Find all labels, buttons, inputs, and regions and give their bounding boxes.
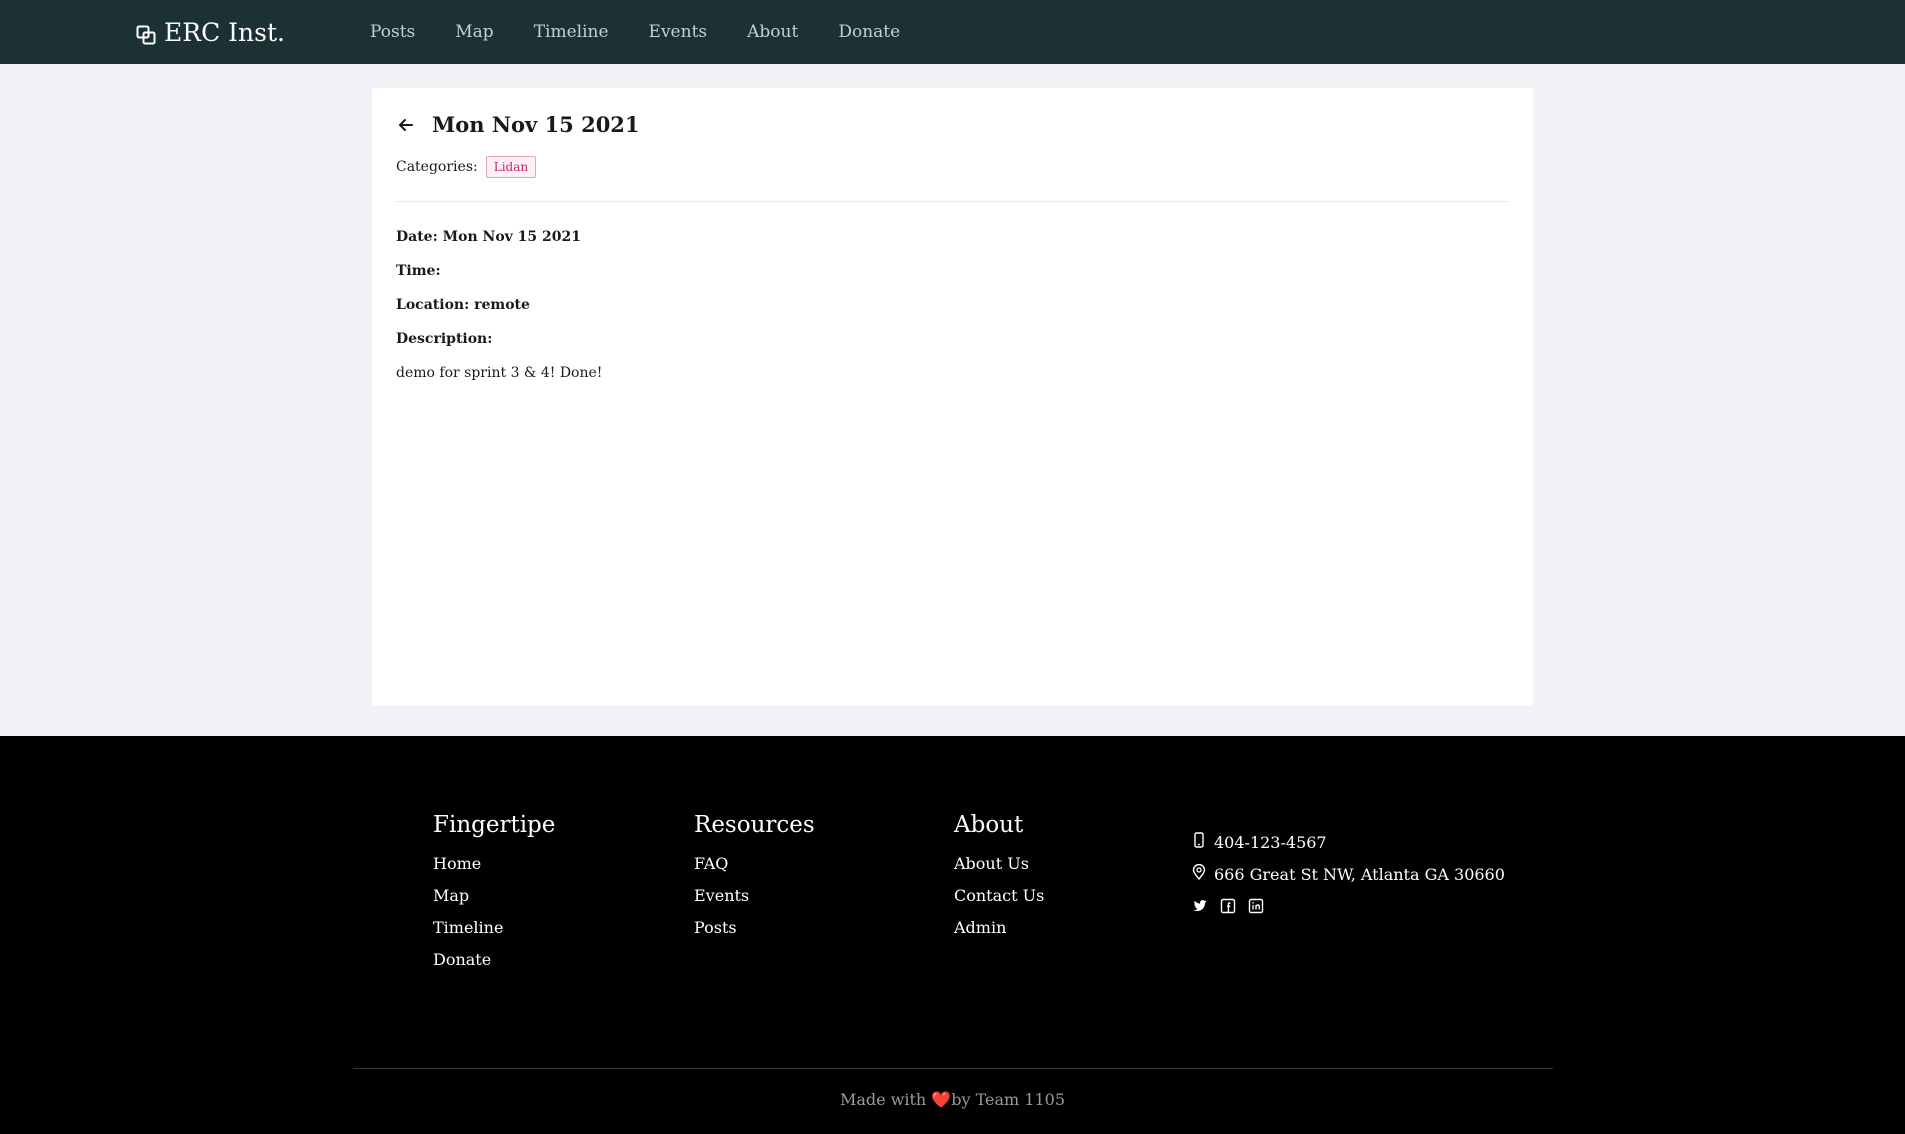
event-time: Time:: [396, 263, 441, 279]
made-with-prefix: Made with: [839, 1090, 932, 1109]
copy-squares-icon: [136, 22, 156, 45]
made-with-credit: Made with ❤️by Team 1105: [0, 1090, 1905, 1109]
footer-col-title: Fingertipe: [433, 812, 556, 838]
facebook-icon[interactable]: [1220, 898, 1236, 914]
nav-events[interactable]: Events: [649, 22, 708, 42]
site-footer: Fingertipe Home Map Timeline Donate Reso…: [0, 736, 1905, 1134]
event-description: demo for sprint 3 & 4! Done!: [396, 365, 603, 381]
footer-contact: 404-123-4567 666 Great St NW, Atlanta GA…: [1192, 826, 1505, 922]
nav-donate[interactable]: Donate: [838, 22, 900, 42]
event-location: Location: remote: [396, 297, 530, 313]
footer-col-title: About: [954, 812, 1024, 838]
footer-link-admin[interactable]: Admin: [954, 918, 1044, 950]
nav-map[interactable]: Map: [455, 22, 493, 42]
linkedin-icon[interactable]: [1248, 898, 1264, 914]
event-title: Mon Nov 15 2021: [432, 112, 640, 137]
event-categories: Categories: Lidan: [396, 156, 537, 178]
footer-link-posts[interactable]: Posts: [694, 918, 815, 950]
contact-address: 666 Great St NW, Atlanta GA 30660: [1192, 858, 1505, 890]
nav-posts[interactable]: Posts: [370, 22, 415, 42]
main-nav: Posts Map Timeline Events About Donate: [370, 0, 900, 64]
nav-timeline[interactable]: Timeline: [534, 22, 609, 42]
phone-icon: [1192, 832, 1206, 852]
heart-icon: ❤️: [931, 1090, 952, 1109]
top-navbar: ERC Inst. Posts Map Timeline Events Abou…: [0, 0, 1905, 64]
back-arrow-icon[interactable]: [396, 115, 416, 135]
phone-number: 404-123-4567: [1214, 832, 1327, 852]
social-links: [1192, 890, 1505, 922]
brand-name: ERC Inst.: [164, 17, 285, 47]
brand-logo-link[interactable]: ERC Inst.: [136, 0, 285, 64]
event-header: Mon Nov 15 2021: [396, 112, 640, 137]
footer-link-home[interactable]: Home: [433, 854, 555, 886]
contact-phone: 404-123-4567: [1192, 826, 1505, 858]
footer-link-faq[interactable]: FAQ: [694, 854, 815, 886]
nav-about[interactable]: About: [747, 22, 798, 42]
footer-link-about-us[interactable]: About Us: [954, 854, 1044, 886]
location-pin-icon: [1192, 864, 1206, 884]
categories-label: Categories:: [396, 159, 478, 175]
address-text: 666 Great St NW, Atlanta GA 30660: [1214, 864, 1505, 884]
footer-link-events[interactable]: Events: [694, 886, 815, 918]
footer-col-fingertipe: Fingertipe Home Map Timeline Donate: [433, 812, 555, 982]
footer-link-map[interactable]: Map: [433, 886, 555, 918]
event-date: Date: Mon Nov 15 2021: [396, 229, 581, 245]
footer-link-contact-us[interactable]: Contact Us: [954, 886, 1044, 918]
footer-link-donate[interactable]: Donate: [433, 950, 555, 982]
made-with-suffix: by Team 1105: [951, 1090, 1066, 1109]
footer-col-about: About About Us Contact Us Admin: [954, 812, 1044, 950]
twitter-icon[interactable]: [1192, 898, 1208, 914]
footer-col-resources: Resources FAQ Events Posts: [694, 812, 815, 950]
footer-divider: [353, 1068, 1553, 1069]
section-divider: [396, 201, 1509, 202]
description-label: Description:: [396, 331, 493, 347]
footer-link-timeline[interactable]: Timeline: [433, 918, 555, 950]
event-details: Date: Mon Nov 15 2021 Time: Location: re…: [396, 228, 602, 398]
footer-col-title: Resources: [694, 812, 815, 838]
category-tag[interactable]: Lidan: [485, 156, 537, 178]
event-detail-card: Mon Nov 15 2021 Categories: Lidan Date: …: [372, 88, 1533, 706]
